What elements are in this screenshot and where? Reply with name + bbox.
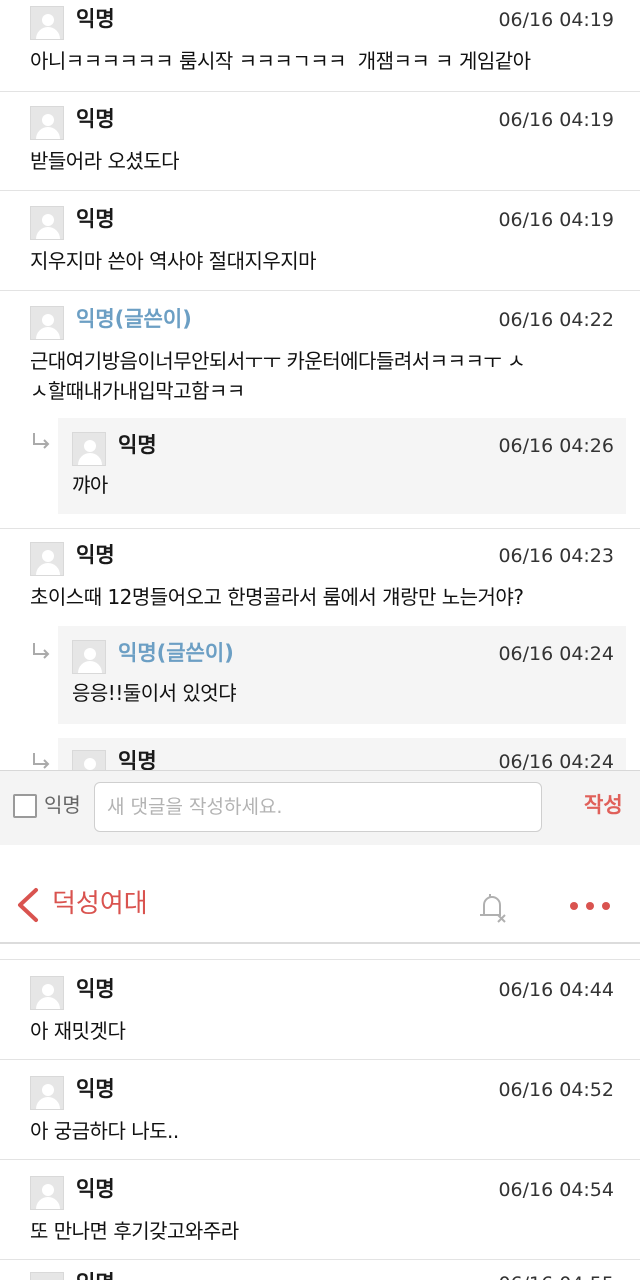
reply-author: 익명 [118,749,157,770]
submit-comment-button[interactable]: 작성 [584,790,623,820]
comment-author: 익명(글쓴이) [76,307,192,331]
comment-item: 익명 06/16 04:52 아 궁금하다 나도.. [0,1060,640,1160]
comment-time: 06/16 04:19 [498,209,614,231]
divider [0,942,640,944]
comment-time: 06/16 04:55 [498,1272,614,1280]
comment-item: 익명 06/16 04:19 아니ㅋㅋㅋㅋㅋㅋ 룸시작 ㅋㅋㅋㄱㅋㅋ 개잼ㅋㅋ … [0,0,640,92]
reply-arrow-icon [33,643,50,659]
anonymous-label: 익명 [44,793,81,817]
reply-time: 06/16 04:24 [498,643,614,665]
comment-author: 익명 [76,1177,115,1201]
board-title: 덕성여대 [52,889,148,919]
bell-off-icon[interactable] [474,889,510,925]
nav-bar: 덕성여대 [0,845,640,944]
comment-item: 익명 06/16 04:19 받들어라 오셨도다 [0,92,640,190]
reply-item: 익명(글쓴이) 06/16 04:24 응응!!둘이서 있엇댜 [58,626,626,724]
avatar [30,6,64,40]
comment-author: 익명 [76,207,115,231]
comment-text: 지우지마 쓴아 역사야 절대지우지마 [30,249,317,273]
comment-author: 익명 [76,107,115,131]
anonymous-checkbox[interactable] [13,794,37,818]
reply-arrow-icon [33,753,50,769]
avatar [30,976,64,1010]
comment-time: 06/16 04:54 [498,1179,614,1201]
reply-author: 익명 [118,433,157,457]
back-button[interactable]: 덕성여대 [14,885,154,929]
comment-list-bottom: 덕성여대 익명 06/16 04:44 아 재밋겟다 익명 06/16 04:5… [0,845,640,1280]
avatar [30,106,64,140]
comment-time: 06/16 04:23 [498,545,614,567]
comment-list-top: 익명 06/16 04:19 아니ㅋㅋㅋㅋㅋㅋ 룸시작 ㅋㅋㅋㄱㅋㅋ 개잼ㅋㅋ … [0,0,640,770]
avatar [72,640,106,674]
reply-text: 꺄아 [72,473,108,497]
comment-time: 06/16 04:19 [498,9,614,31]
comment-time: 06/16 04:44 [498,979,614,1001]
avatar [30,306,64,340]
comment-text: 받들어라 오셨도다 [30,149,180,173]
more-dots-icon[interactable] [566,893,614,919]
chevron-left-icon [18,888,38,922]
comment-text: 아니ㅋㅋㅋㅋㅋㅋ 룸시작 ㅋㅋㅋㄱㅋㅋ 개잼ㅋㅋ ㅋ 게임같아 [30,49,531,73]
avatar [72,432,106,466]
reply-item: 익명 06/16 04:26 꺄아 [58,418,626,514]
comment-input[interactable] [94,782,542,832]
comment-text: 근대여기방음이너무안되서ㅜㅜ 카운터에다들려서ㅋㅋㅋㅜ ㅅ ㅅ할때내가내입막고함… [30,349,526,403]
comment-text: 아 재밋겟다 [30,1019,126,1043]
avatar [30,1272,64,1280]
reply-text: 응응!!둘이서 있엇댜 [72,681,237,705]
comment-time: 06/16 04:19 [498,109,614,131]
comment-author: 익명 [76,1077,115,1101]
comment-text: 초이스때 12명들어오고 한명골라서 룸에서 걔랑만 노는거야? [30,585,524,609]
comment-author: 익명 [76,1270,115,1280]
comment-author: 익명 [76,543,115,567]
comment-item: 익명 06/16 04:19 지우지마 쓴아 역사야 절대지우지마 [0,190,640,290]
comment-author: 익명 [76,977,115,1001]
comment-item: 익명(글쓴이) 06/16 04:22 근대여기방음이너무안되서ㅜㅜ 카운터에다… [0,290,640,528]
avatar [30,542,64,576]
comment-item: 익명 06/16 04:44 아 재밋겟다 [0,960,640,1060]
comment-item: 익명 06/16 04:55 [0,1260,640,1280]
comment-time: 06/16 04:52 [498,1079,614,1101]
reply-time: 06/16 04:24 [498,751,614,770]
reply-time: 06/16 04:26 [498,435,614,457]
comment-time: 06/16 04:22 [498,309,614,331]
comment-text: 아 궁금하다 나도.. [30,1119,179,1143]
avatar [72,750,106,770]
comment-item: 익명 06/16 04:23 초이스때 12명들어오고 한명골라서 룸에서 걔랑… [0,528,640,770]
avatar [30,1176,64,1210]
avatar [30,206,64,240]
comment-author: 익명 [76,7,115,31]
reply-author: 익명(글쓴이) [118,641,234,665]
reply-item: 익명 06/16 04:24 [58,738,626,770]
comment-text: 또 만나면 후기갖고와주라 [30,1219,239,1243]
comment-item: 익명 06/16 04:54 또 만나면 후기갖고와주라 [0,1160,640,1260]
avatar [30,1076,64,1110]
reply-arrow-icon [33,433,50,449]
